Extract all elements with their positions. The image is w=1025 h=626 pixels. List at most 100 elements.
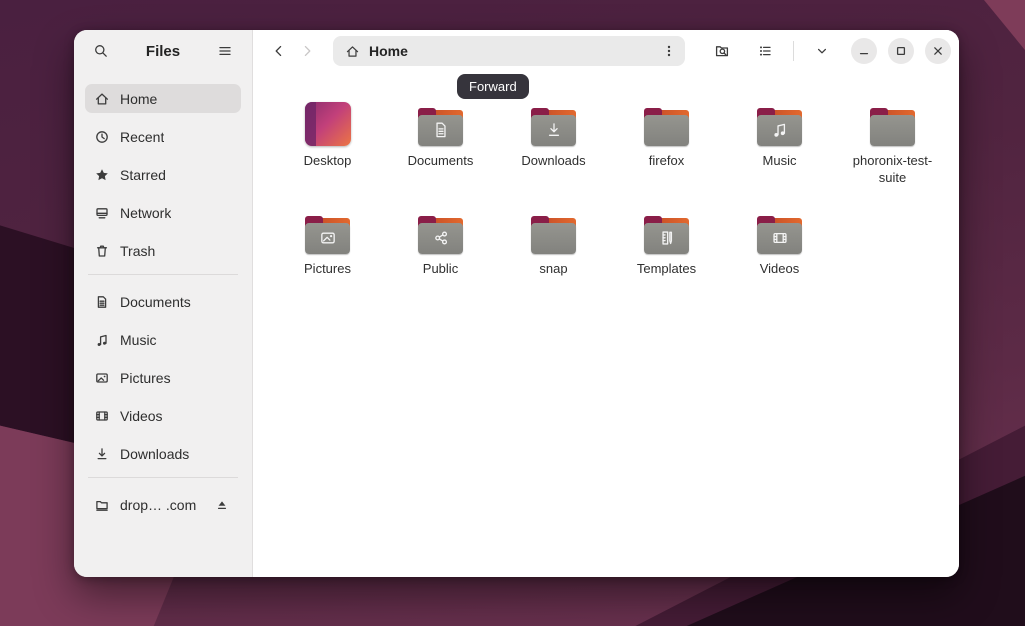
drive-icon bbox=[94, 497, 110, 513]
search-icon bbox=[93, 43, 109, 59]
view-options-button[interactable] bbox=[807, 36, 837, 66]
file-item-public[interactable]: Public bbox=[384, 208, 497, 316]
folder-icon bbox=[757, 100, 802, 146]
main-pane: Home Forward Desktop Documents Downloads fi… bbox=[253, 30, 959, 577]
folder-icon bbox=[870, 100, 915, 146]
forward-button[interactable] bbox=[293, 37, 321, 65]
network-icon bbox=[94, 205, 110, 221]
folder-search-icon bbox=[714, 43, 730, 59]
sidebar-item-drop-com[interactable]: drop… .com bbox=[85, 490, 241, 519]
file-item-music[interactable]: Music bbox=[723, 100, 836, 208]
location-menu-button[interactable] bbox=[656, 38, 682, 64]
file-item-phoronix-test-suite[interactable]: phoronix-test-suite bbox=[836, 100, 949, 208]
main-menu-button[interactable] bbox=[210, 36, 240, 66]
chevron-right-icon bbox=[299, 43, 315, 59]
sidebar-item-videos[interactable]: Videos bbox=[85, 401, 241, 430]
file-item-label: Desktop bbox=[304, 153, 352, 170]
toolbar-actions bbox=[707, 36, 837, 66]
sidebar-divider bbox=[88, 477, 238, 478]
folder-icon bbox=[418, 108, 463, 146]
search-button[interactable] bbox=[86, 36, 116, 66]
app-title: Files bbox=[116, 43, 210, 60]
sidebar-item-home[interactable]: Home bbox=[85, 84, 241, 113]
music-icon bbox=[94, 332, 110, 348]
template-emblem bbox=[656, 227, 678, 249]
file-item-firefox[interactable]: firefox bbox=[610, 100, 723, 208]
folder-icon bbox=[531, 208, 576, 254]
music-emblem bbox=[769, 119, 791, 141]
desktop-thumbnail-icon bbox=[305, 100, 351, 146]
file-item-snap[interactable]: snap bbox=[497, 208, 610, 316]
forward-tooltip: Forward bbox=[457, 74, 529, 99]
folder-icon bbox=[757, 108, 802, 146]
sidebar-item-music[interactable]: Music bbox=[85, 325, 241, 354]
minimize-button[interactable] bbox=[851, 38, 877, 64]
trash-icon bbox=[94, 243, 110, 259]
folder-icon bbox=[418, 216, 463, 254]
file-item-label: Videos bbox=[760, 261, 800, 278]
file-item-downloads[interactable]: Downloads bbox=[497, 100, 610, 208]
folder-icon bbox=[757, 208, 802, 254]
window-controls bbox=[851, 38, 951, 64]
share-emblem bbox=[430, 227, 452, 249]
film-emblem bbox=[769, 227, 791, 249]
file-item-label: phoronix-test-suite bbox=[846, 153, 940, 187]
list-view-button[interactable] bbox=[750, 36, 780, 66]
file-item-label: Music bbox=[763, 153, 797, 170]
file-item-videos[interactable]: Videos bbox=[723, 208, 836, 316]
sidebar-item-label: Recent bbox=[120, 129, 164, 145]
sidebar-item-documents[interactable]: Documents bbox=[85, 287, 241, 316]
sidebar-item-label: drop… .com bbox=[120, 497, 196, 513]
sidebar-item-label: Network bbox=[120, 205, 171, 221]
sidebar-item-label: Trash bbox=[120, 243, 155, 259]
file-item-label: firefox bbox=[649, 153, 684, 170]
pictures-icon bbox=[94, 370, 110, 386]
sidebar-item-downloads[interactable]: Downloads bbox=[85, 439, 241, 468]
list-view-icon bbox=[757, 43, 773, 59]
sidebar-item-recent[interactable]: Recent bbox=[85, 122, 241, 151]
sidebar-item-starred[interactable]: Starred bbox=[85, 160, 241, 189]
search-files-button[interactable] bbox=[707, 36, 737, 66]
sidebar-item-pictures[interactable]: Pictures bbox=[85, 363, 241, 392]
file-item-label: Templates bbox=[637, 261, 696, 278]
menu-icon bbox=[217, 43, 233, 59]
minimize-icon bbox=[856, 43, 872, 59]
close-button[interactable] bbox=[925, 38, 951, 64]
folder-icon bbox=[305, 216, 350, 254]
file-item-label: Public bbox=[423, 261, 458, 278]
videos-icon bbox=[94, 408, 110, 424]
back-button[interactable] bbox=[265, 37, 293, 65]
path-bar[interactable]: Home bbox=[333, 36, 685, 66]
folder-icon bbox=[644, 108, 689, 146]
eject-button[interactable] bbox=[212, 495, 232, 515]
desktop-gradient-icon bbox=[305, 102, 351, 146]
file-item-templates[interactable]: Templates bbox=[610, 208, 723, 316]
sidebar: Files Home Recent Starred Network Trash Docum… bbox=[74, 30, 253, 577]
sidebar-item-label: Downloads bbox=[120, 446, 189, 462]
sidebar-item-label: Music bbox=[120, 332, 157, 348]
documents-icon bbox=[94, 294, 110, 310]
home-icon bbox=[94, 91, 110, 107]
file-item-label: Pictures bbox=[304, 261, 351, 278]
file-item-label: Documents bbox=[408, 153, 474, 170]
kebab-icon bbox=[661, 43, 677, 59]
files-window: Files Home Recent Starred Network Trash Docum… bbox=[74, 30, 959, 577]
sidebar-item-network[interactable]: Network bbox=[85, 198, 241, 227]
file-item-desktop[interactable]: Desktop bbox=[271, 100, 384, 208]
starred-icon bbox=[94, 167, 110, 183]
home-icon bbox=[345, 44, 360, 59]
file-item-documents[interactable]: Documents bbox=[384, 100, 497, 208]
recent-icon bbox=[94, 129, 110, 145]
headerbar: Home bbox=[253, 30, 959, 72]
maximize-button[interactable] bbox=[888, 38, 914, 64]
sidebar-divider bbox=[88, 274, 238, 275]
image-emblem bbox=[317, 227, 339, 249]
file-item-pictures[interactable]: Pictures bbox=[271, 208, 384, 316]
folder-icon bbox=[418, 208, 463, 254]
sidebar-item-trash[interactable]: Trash bbox=[85, 236, 241, 265]
folder-icon bbox=[531, 108, 576, 146]
sidebar-item-label: Home bbox=[120, 91, 157, 107]
toolbar-separator bbox=[793, 41, 794, 61]
folder-icon bbox=[531, 216, 576, 254]
folder-icon bbox=[644, 100, 689, 146]
